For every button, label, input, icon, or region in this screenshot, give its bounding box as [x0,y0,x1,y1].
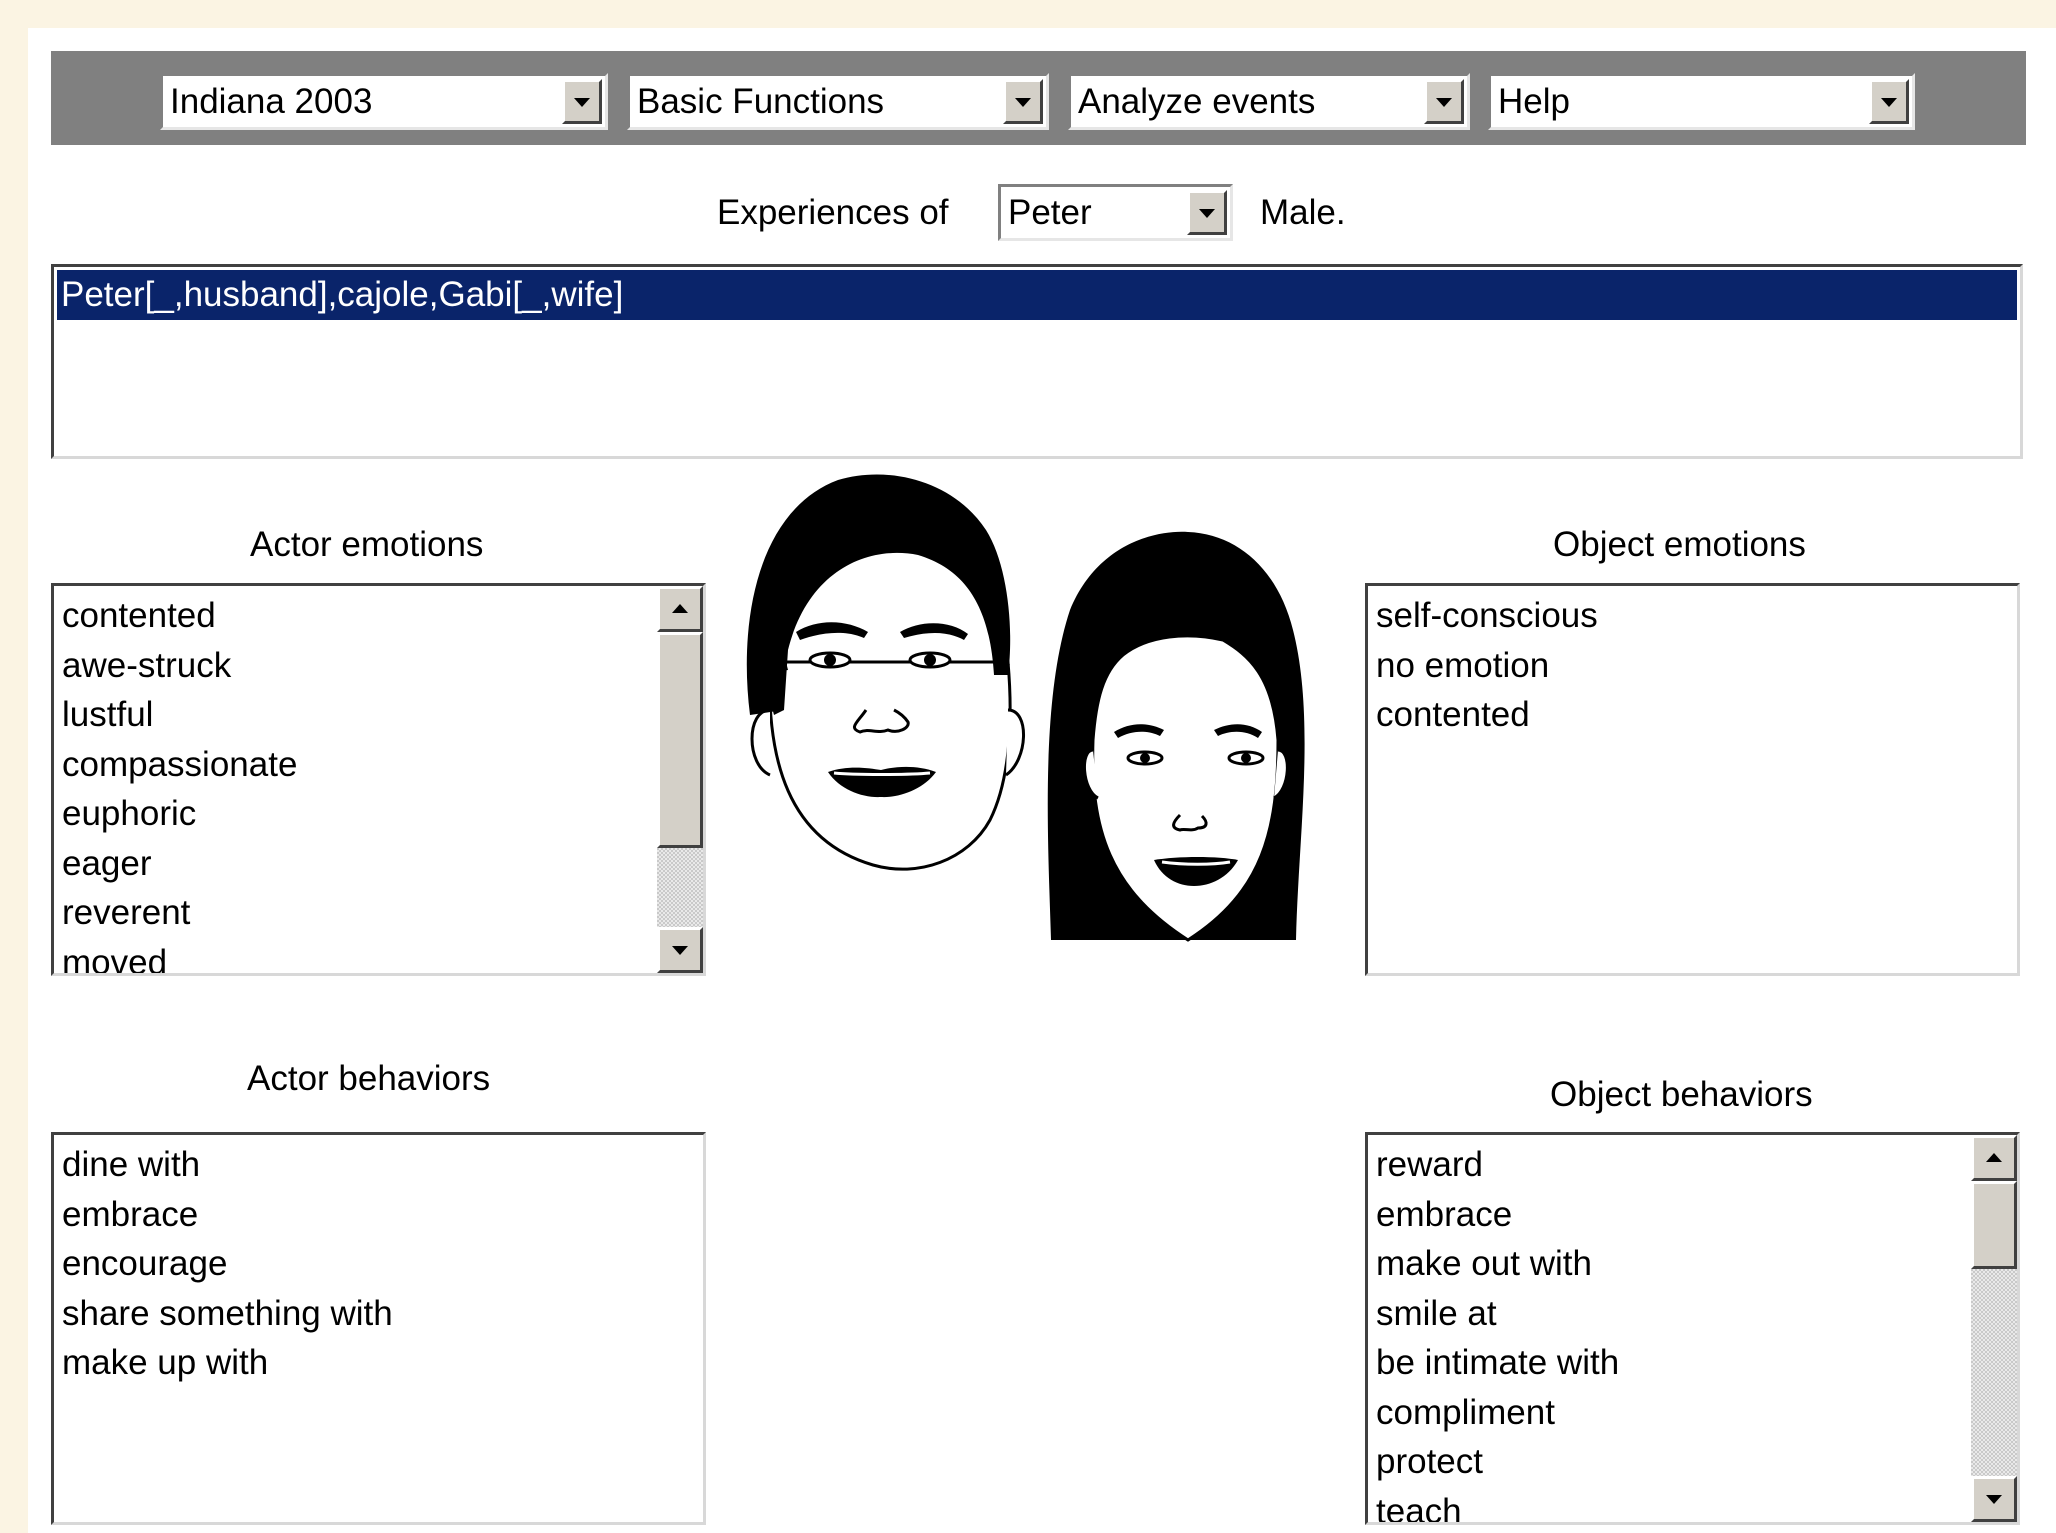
chevron-down-icon[interactable] [1869,79,1909,124]
experiences-label: Experiences of [717,193,949,232]
faces-illustration [718,460,1358,955]
functions-select[interactable]: Basic Functions [627,73,1049,130]
list-item[interactable]: compliment [1374,1388,2017,1438]
list-item[interactable]: be intimate with [1374,1338,2017,1388]
actor-behaviors-list[interactable]: dine with embrace encourage share someth… [51,1132,706,1525]
chevron-down-icon[interactable] [562,79,602,124]
list-item[interactable]: make out with [1374,1239,2017,1289]
object-emotions-title: Object emotions [1553,525,1806,564]
list-item[interactable]: dine with [60,1140,703,1190]
list-item[interactable]: embrace [60,1190,703,1240]
person-select-value: Peter [1008,193,1092,232]
list-item[interactable]: teach [1374,1487,2017,1523]
chevron-down-icon[interactable] [1187,190,1227,235]
list-item[interactable]: contented [60,591,703,641]
scroll-thumb[interactable] [1971,1181,2017,1269]
list-item[interactable]: make up with [60,1338,703,1388]
list-item[interactable]: awe-struck [60,641,703,691]
list-item[interactable]: moved [60,938,703,974]
scroll-thumb[interactable] [657,632,703,848]
list-item[interactable]: eager [60,839,703,889]
actor-emotions-list[interactable]: contented awe-struck lustful compassiona… [51,583,706,976]
list-item[interactable]: compassionate [60,740,703,790]
list-item[interactable]: protect [1374,1437,2017,1487]
dictionary-select-value: Indiana 2003 [170,82,373,121]
list-item[interactable]: reverent [60,888,703,938]
list-item[interactable]: share something with [60,1289,703,1339]
actor-emotions-title: Actor emotions [250,525,484,564]
person-select[interactable]: Peter [998,184,1233,241]
event-item-selected[interactable]: Peter[_,husband],cajole,Gabi[_,wife] [57,270,2017,320]
help-select-value: Help [1498,82,1570,121]
object-behaviors-scrollbar[interactable] [1971,1135,2017,1522]
dictionary-select[interactable]: Indiana 2003 [160,73,608,130]
actor-behaviors-title: Actor behaviors [247,1059,491,1098]
list-item[interactable]: euphoric [60,789,703,839]
analyze-select[interactable]: Analyze events [1068,73,1470,130]
list-item[interactable]: contented [1374,690,2017,740]
help-select[interactable]: Help [1488,73,1915,130]
chevron-down-icon[interactable] [1424,79,1464,124]
list-item[interactable]: embrace [1374,1190,2017,1240]
chevron-down-icon[interactable] [1003,79,1043,124]
list-item[interactable]: encourage [60,1239,703,1289]
list-item[interactable]: lustful [60,690,703,740]
list-item[interactable]: reward [1374,1140,2017,1190]
object-behaviors-title: Object behaviors [1550,1075,1813,1114]
female-face-icon [1047,531,1305,942]
gender-label: Male. [1260,193,1346,232]
functions-select-value: Basic Functions [637,82,885,121]
events-list[interactable]: Peter[_,husband],cajole,Gabi[_,wife] [51,264,2023,459]
list-item[interactable]: self-conscious [1374,591,2017,641]
analyze-select-value: Analyze events [1078,82,1316,121]
male-face-icon [746,474,1025,871]
list-item[interactable]: no emotion [1374,641,2017,691]
scroll-up-icon[interactable] [1971,1135,2017,1181]
scroll-up-icon[interactable] [657,586,703,632]
list-item[interactable]: smile at [1374,1289,2017,1339]
actor-emotions-scrollbar[interactable] [657,586,703,973]
object-emotions-list[interactable]: self-conscious no emotion contented [1365,583,2020,976]
scroll-down-icon[interactable] [1971,1476,2017,1522]
object-behaviors-list[interactable]: reward embrace make out with smile at be… [1365,1132,2020,1525]
scroll-down-icon[interactable] [657,927,703,973]
